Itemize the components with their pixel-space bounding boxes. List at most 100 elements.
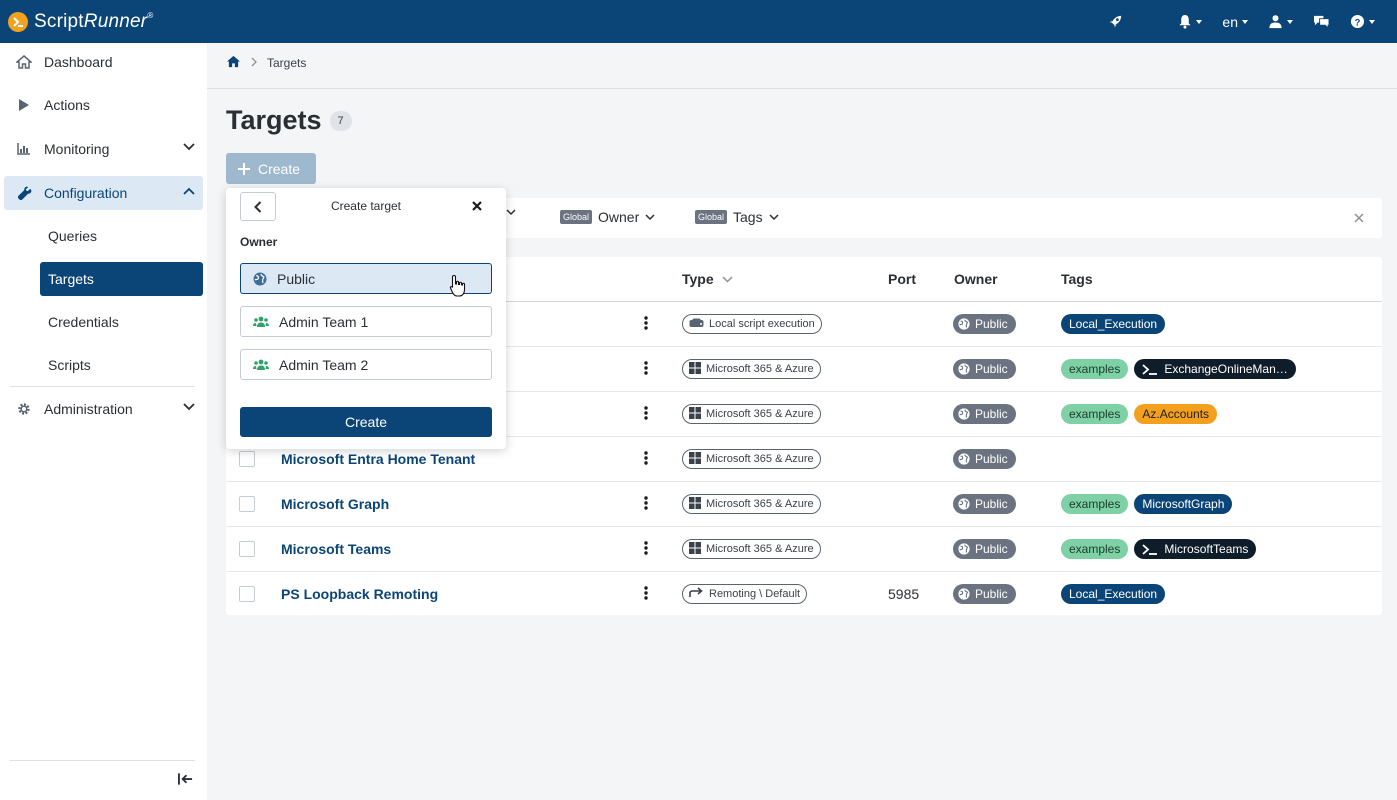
rocket-icon[interactable]	[1098, 0, 1133, 43]
powershell-icon	[1142, 543, 1158, 555]
language-selector[interactable]: en	[1212, 0, 1258, 43]
owner-badge-label: Public	[975, 317, 1008, 331]
sidebar-item-credentials[interactable]: Credentials	[40, 305, 203, 339]
tag-badge[interactable]: examples	[1061, 404, 1129, 424]
help-menu[interactable]: ?	[1340, 0, 1385, 43]
sidebar-item-configuration[interactable]: Configuration	[4, 176, 203, 210]
table-row[interactable]: Microsoft Graph Microsoft 365 & Azure Publ…	[226, 482, 1382, 527]
notifications-bell-icon[interactable]	[1168, 0, 1212, 43]
type-badge-label: Remoting \ Default	[709, 588, 801, 600]
tag-badge[interactable]: Local_Execution	[1061, 584, 1166, 604]
type-badge-label: Microsoft 365 & Azure	[706, 498, 814, 510]
row-checkbox[interactable]	[239, 586, 255, 602]
hidden-filter-chevron[interactable]	[506, 209, 516, 216]
tag-label: Local_Execution	[1069, 587, 1158, 601]
close-icon[interactable]	[472, 198, 482, 214]
home-icon[interactable]	[226, 55, 241, 71]
target-name-link[interactable]: Microsoft Teams	[281, 541, 391, 557]
tag-list: Local_Execution	[1061, 584, 1166, 604]
sidebar-item-scripts[interactable]: Scripts	[40, 348, 203, 382]
row-menu-kebab-icon[interactable]	[644, 586, 648, 603]
sidebar-item-label: Scripts	[48, 357, 91, 373]
table-row[interactable]: Microsoft Teams Microsoft 365 & Azure Publ…	[226, 527, 1382, 572]
target-name-link[interactable]: Microsoft Graph	[281, 496, 389, 512]
popup-create-button[interactable]: Create	[240, 407, 492, 437]
table-row[interactable]: PS Loopback Remoting Remoting \ Default 59…	[226, 572, 1382, 617]
owner-option-admin-team-1[interactable]: Admin Team 1	[240, 306, 492, 337]
svg-text:?: ?	[1355, 17, 1361, 27]
windows-icon	[689, 361, 701, 377]
drive-icon	[689, 318, 704, 331]
logo-icon	[8, 11, 28, 32]
tags-filter-label: Tags	[733, 209, 763, 225]
row-menu-kebab-icon[interactable]	[644, 451, 648, 468]
user-menu[interactable]	[1258, 0, 1303, 43]
dark-mode-moon-icon[interactable]	[1133, 0, 1168, 43]
collapse-sidebar-icon[interactable]	[178, 772, 193, 788]
owner-option-admin-team-2[interactable]: Admin Team 2	[240, 349, 492, 380]
globe-icon	[958, 543, 970, 555]
create-button[interactable]: Create	[226, 153, 316, 184]
row-checkbox[interactable]	[239, 451, 255, 467]
wrench-icon	[4, 186, 44, 201]
tag-list: examples ExchangeOnlineMan…	[1061, 359, 1296, 379]
owner-badge: Public	[953, 539, 1016, 559]
tag-label: examples	[1069, 542, 1121, 556]
tag-badge[interactable]: examples	[1061, 494, 1129, 514]
row-menu-kebab-icon[interactable]	[644, 496, 648, 513]
column-header-tags[interactable]: Tags	[1061, 271, 1093, 287]
tag-badge[interactable]: Az.Accounts	[1134, 404, 1218, 424]
column-header-port[interactable]: Port	[888, 271, 916, 287]
owner-filter[interactable]: Global Owner	[560, 209, 655, 225]
tag-badge[interactable]: Local_Execution	[1061, 314, 1166, 334]
clear-filters-close-icon[interactable]	[1354, 210, 1364, 226]
top-bar: ScriptRunner® en ?	[0, 0, 1397, 43]
sidebar-item-queries[interactable]: Queries	[40, 219, 203, 253]
owner-badge-label: Public	[975, 542, 1008, 556]
sidebar-item-targets[interactable]: Targets	[40, 262, 203, 296]
tags-filter[interactable]: Global Tags	[695, 209, 779, 225]
target-name-link[interactable]: PS Loopback Remoting	[281, 586, 438, 602]
tag-badge[interactable]: MicrosoftTeams	[1134, 539, 1257, 559]
tag-label: examples	[1069, 407, 1121, 421]
owner-badge: Public	[953, 359, 1016, 379]
column-header-type[interactable]: Type	[682, 271, 733, 287]
sidebar-item-label: Targets	[48, 271, 94, 287]
row-menu-kebab-icon[interactable]	[644, 361, 648, 378]
tag-badge[interactable]: MicrosoftGraph	[1134, 494, 1233, 514]
row-checkbox[interactable]	[239, 541, 255, 557]
language-label: en	[1222, 13, 1238, 30]
column-header-owner[interactable]: Owner	[954, 271, 998, 287]
tag-badge[interactable]: examples	[1061, 359, 1129, 379]
breadcrumb-current: Targets	[267, 56, 307, 70]
globe-icon	[958, 363, 970, 375]
row-menu-kebab-icon[interactable]	[644, 406, 648, 423]
target-name-link[interactable]: Microsoft Entra Home Tenant	[281, 451, 475, 467]
tag-badge[interactable]: ExchangeOnlineMan…	[1134, 359, 1296, 379]
row-menu-kebab-icon[interactable]	[644, 316, 648, 333]
sidebar-item-administration[interactable]: Administration	[4, 392, 203, 426]
count-badge: 7	[329, 110, 352, 131]
row-checkbox[interactable]	[239, 496, 255, 512]
globe-icon	[958, 453, 970, 465]
globe-icon	[958, 588, 970, 600]
owner-badge-label: Public	[975, 407, 1008, 421]
tag-badge[interactable]: examples	[1061, 539, 1129, 559]
tag-label: Local_Execution	[1069, 317, 1158, 331]
owner-badge-label: Public	[975, 497, 1008, 511]
page-title: Targets 7	[226, 105, 352, 136]
app-logo[interactable]: ScriptRunner®	[8, 11, 153, 33]
tag-label: MicrosoftTeams	[1164, 542, 1249, 556]
column-header-label: Port	[888, 271, 916, 287]
home-icon	[4, 55, 44, 69]
windows-icon	[689, 406, 701, 422]
port-value: 5985	[888, 586, 920, 602]
owner-option-label: Admin Team 2	[279, 356, 369, 373]
row-menu-kebab-icon[interactable]	[644, 541, 648, 558]
sidebar-item-monitoring[interactable]: Monitoring	[4, 132, 203, 166]
breadcrumb-divider	[207, 88, 1397, 89]
sidebar-item-dashboard[interactable]: Dashboard	[4, 45, 203, 79]
sidebar-item-actions[interactable]: Actions	[4, 88, 203, 122]
type-badge: Microsoft 365 & Azure	[682, 359, 821, 379]
chat-icon[interactable]	[1303, 0, 1340, 43]
